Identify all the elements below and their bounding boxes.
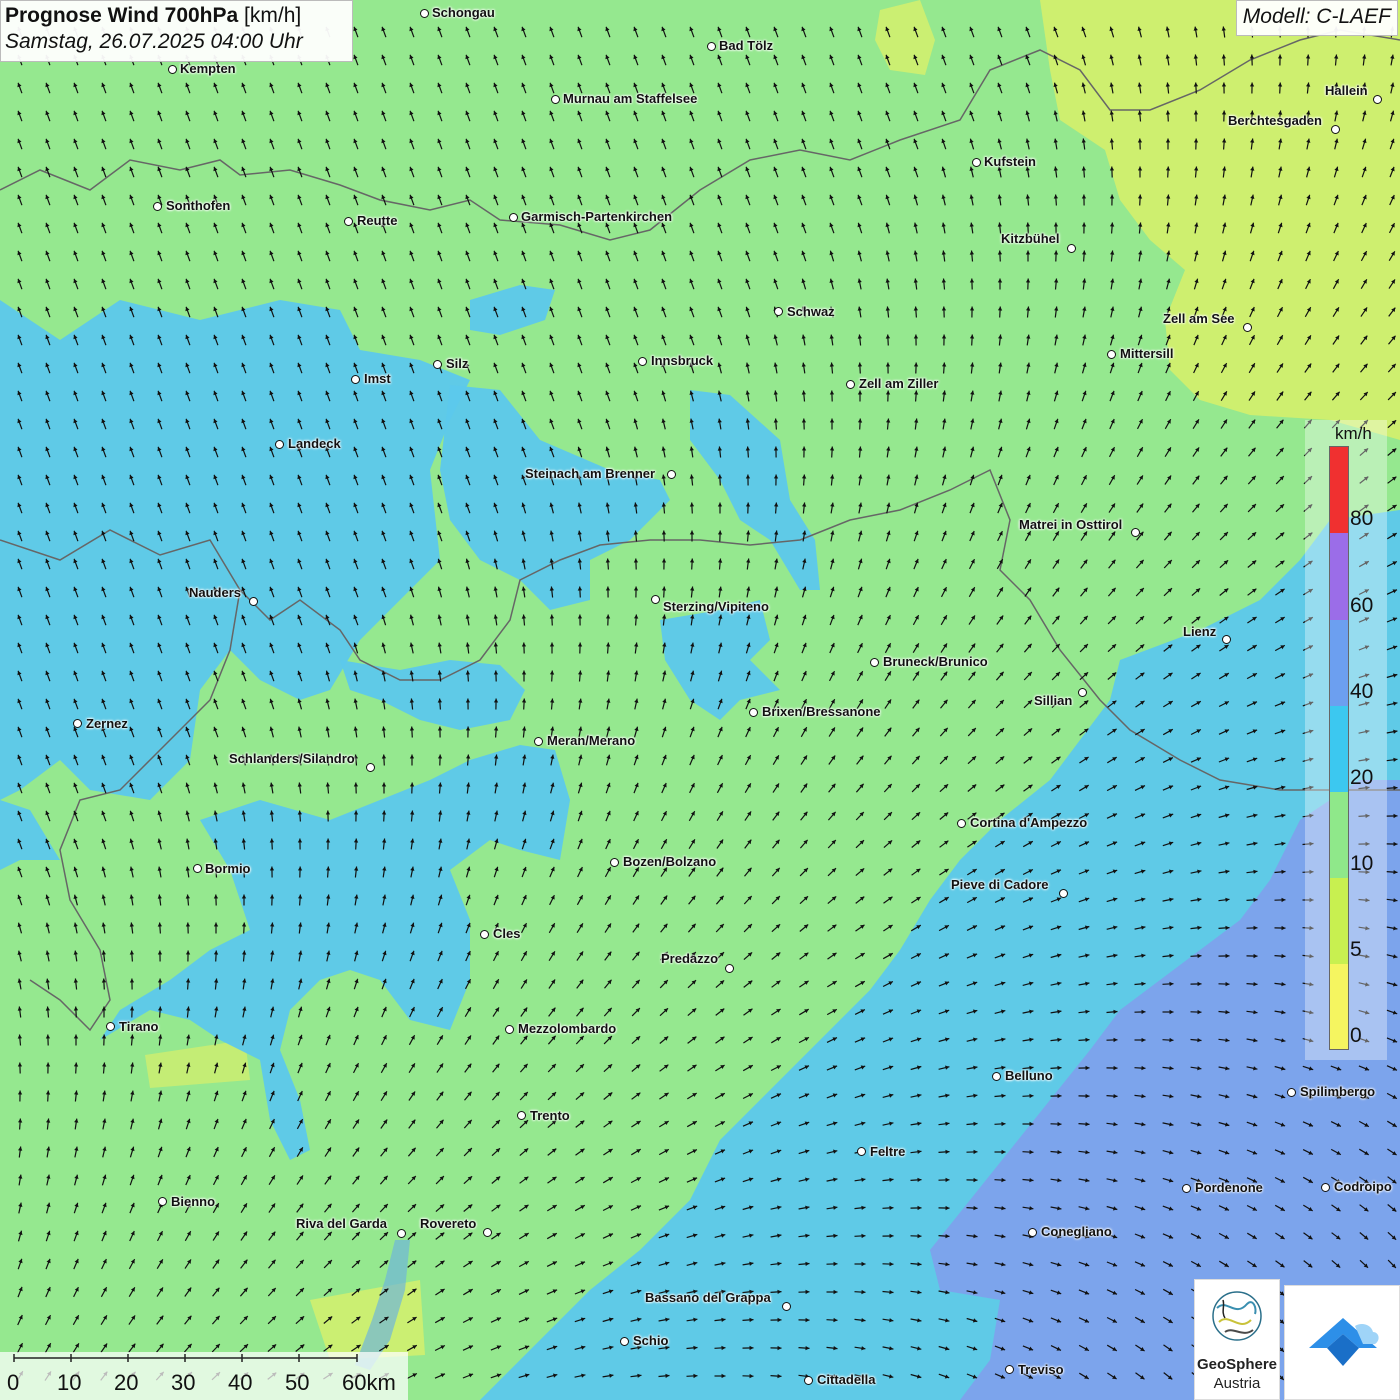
- city-dot: [73, 719, 82, 728]
- city-label[interactable]: Cles: [493, 926, 520, 941]
- city-dot: [774, 307, 783, 316]
- title-box: Prognose Wind 700hPa [km/h] Samstag, 26.…: [0, 0, 353, 62]
- city-dot: [1331, 125, 1340, 134]
- city-dot: [870, 658, 879, 667]
- city-dot: [1107, 350, 1116, 359]
- city-dot: [534, 737, 543, 746]
- city-dot: [638, 357, 647, 366]
- city-label[interactable]: Silz: [446, 356, 468, 371]
- city-dot: [1059, 889, 1068, 898]
- title-unit: [km/h]: [244, 4, 302, 27]
- map-title: Prognose Wind 700hPa [km/h]: [5, 4, 348, 28]
- city-dot: [249, 597, 258, 606]
- city-dot: [433, 360, 442, 369]
- city-dot: [366, 763, 375, 772]
- city-label[interactable]: Hallein: [1325, 83, 1368, 98]
- city-dot: [707, 42, 716, 51]
- city-label[interactable]: Cortina d'Ampezzo: [970, 815, 1087, 830]
- city-dot: [846, 380, 855, 389]
- city-dot: [1067, 244, 1076, 253]
- city-dot: [1222, 635, 1231, 644]
- city-label[interactable]: Kempten: [180, 61, 236, 76]
- city-label[interactable]: Sterzing/Vipiteno: [663, 599, 769, 614]
- city-label[interactable]: Schongau: [432, 5, 495, 20]
- city-label[interactable]: Mittersill: [1120, 346, 1173, 361]
- wind-forecast-map[interactable]: Prognose Wind 700hPa [km/h] Samstag, 26.…: [0, 0, 1400, 1400]
- forecast-datetime: Samstag, 26.07.2025 04:00 Uhr: [5, 30, 303, 53]
- city-label[interactable]: Innsbruck: [651, 353, 713, 368]
- city-dot: [1078, 688, 1087, 697]
- city-label[interactable]: Matrei in Osttirol: [1019, 517, 1122, 532]
- city-label[interactable]: Schlanders/Silandro: [229, 751, 355, 766]
- city-label[interactable]: Nauders: [189, 585, 241, 600]
- city-dot: [1131, 528, 1140, 537]
- city-dot: [420, 9, 429, 18]
- model-label: Modell: C-LAEF: [1235, 0, 1398, 36]
- city-dot: [168, 65, 177, 74]
- city-dot: [344, 217, 353, 226]
- city-label[interactable]: Zell am Ziller: [859, 376, 938, 391]
- city-label[interactable]: Lienz: [1183, 624, 1216, 639]
- city-label[interactable]: Garmisch-Partenkirchen: [521, 209, 672, 224]
- city-dot: [509, 213, 518, 222]
- city-dot: [1243, 323, 1252, 332]
- city-label[interactable]: Murnau am Staffelsee: [563, 91, 697, 106]
- city-dot: [749, 708, 758, 717]
- city-dot: [972, 158, 981, 167]
- city-label[interactable]: Zernez: [86, 716, 128, 731]
- city-dot: [610, 858, 619, 867]
- city-dot: [667, 470, 676, 479]
- city-dot: [351, 375, 360, 384]
- city-dot: [551, 95, 560, 104]
- city-label[interactable]: Bozen/Bolzano: [623, 854, 716, 869]
- city-dot: [480, 930, 489, 939]
- city-dot: [153, 202, 162, 211]
- city-label[interactable]: Brixen/Bressanone: [762, 704, 881, 719]
- city-label[interactable]: Sillian: [1034, 693, 1072, 708]
- city-dot: [193, 864, 202, 873]
- city-label[interactable]: Berchtesgaden: [1228, 113, 1322, 128]
- city-dot: [725, 964, 734, 973]
- city-label[interactable]: Pieve di Cadore: [951, 877, 1049, 892]
- city-dot: [275, 440, 284, 449]
- city-dot: [957, 819, 966, 828]
- city-label[interactable]: Bruneck/Brunico: [883, 654, 988, 669]
- title-text: Prognose Wind 700hPa: [5, 4, 239, 27]
- city-label[interactable]: Steinach am Brenner: [525, 466, 655, 481]
- city-label[interactable]: Schwaz: [787, 304, 835, 319]
- city-label[interactable]: Reutte: [357, 213, 397, 228]
- city-label[interactable]: Kitzbühel: [1001, 231, 1060, 246]
- city-label[interactable]: Sonthofen: [166, 198, 230, 213]
- city-label[interactable]: Bad Tölz: [719, 38, 773, 53]
- city-label[interactable]: Meran/Merano: [547, 733, 635, 748]
- city-dot: [1373, 95, 1382, 104]
- city-label[interactable]: Imst: [364, 371, 391, 386]
- city-label[interactable]: Zell am See: [1163, 311, 1235, 326]
- city-dot: [651, 595, 660, 604]
- city-label[interactable]: Bormio: [205, 861, 251, 876]
- city-label[interactable]: Landeck: [288, 436, 341, 451]
- city-label[interactable]: Kufstein: [984, 154, 1036, 169]
